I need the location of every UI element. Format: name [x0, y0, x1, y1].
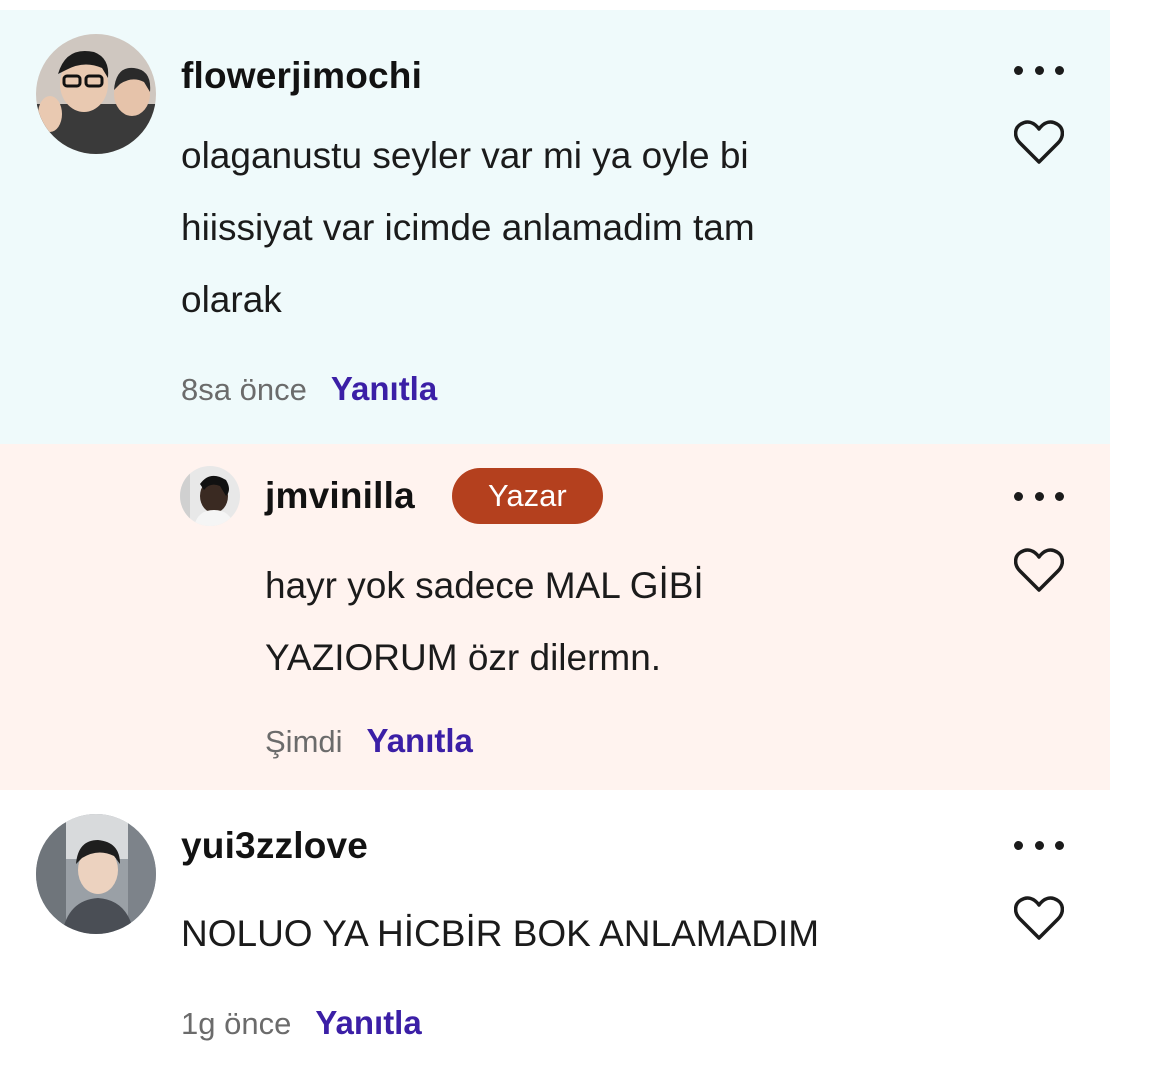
comment-line: olaganustu seyler var mi ya oyle bi [181, 135, 749, 176]
comment-meta: 1g önce Yanıtla [181, 1004, 422, 1042]
comment-item: yui3zzlove NOLUO YA HİCBİR BOK ANLAMADIM… [0, 790, 1110, 1074]
timestamp: 1g önce [181, 1006, 292, 1041]
comment-text: NOLUO YA HİCBİR BOK ANLAMADIM [181, 898, 819, 970]
heart-icon[interactable] [1014, 896, 1064, 942]
comment-line: hiissiyat var icimde anlamadim tam [181, 207, 755, 248]
username[interactable]: flowerjimochi [181, 54, 422, 98]
comment-meta: 8sa önce Yanıtla [181, 370, 437, 408]
more-options-button[interactable] [1014, 60, 1064, 80]
comment-line: NOLUO YA HİCBİR BOK ANLAMADIM [181, 913, 820, 954]
timestamp: Şimdi [265, 724, 343, 759]
heart-icon[interactable] [1014, 548, 1064, 594]
heart-icon[interactable] [1014, 120, 1064, 166]
author-badge: Yazar [452, 468, 603, 524]
avatar[interactable] [180, 466, 240, 526]
reply-item: jmvinilla Yazar hayr yok sadece MAL GİBİ… [0, 444, 1110, 790]
reply-button[interactable]: Yanıtla [367, 722, 473, 760]
more-options-button[interactable] [1014, 486, 1064, 506]
dot [1055, 491, 1064, 501]
username[interactable]: yui3zzlove [181, 824, 368, 868]
avatar[interactable] [36, 34, 156, 154]
comment-item: flowerjimochi olaganustu seyler var mi y… [0, 10, 1110, 444]
reply-button[interactable]: Yanıtla [315, 1004, 421, 1042]
dot [1014, 840, 1023, 850]
comment-line: olarak [181, 279, 282, 320]
dot [1014, 65, 1023, 75]
dot [1034, 491, 1044, 501]
comment-text: hayr yok sadece MAL GİBİ YAZIORUM özr di… [265, 550, 704, 694]
comment-meta: Şimdi Yanıtla [265, 722, 473, 760]
comment-line: hayr yok sadece MAL GİBİ [265, 565, 704, 606]
username[interactable]: jmvinilla [265, 474, 415, 518]
comment-text: olaganustu seyler var mi ya oyle bi hiis… [181, 120, 755, 336]
dot [1034, 65, 1044, 75]
more-options-button[interactable] [1014, 835, 1064, 855]
dot [1055, 65, 1064, 75]
reply-button[interactable]: Yanıtla [331, 370, 437, 408]
comment-line: YAZIORUM özr dilermn. [265, 637, 662, 678]
dot [1055, 840, 1064, 850]
timestamp: 8sa önce [181, 372, 307, 407]
dot [1014, 491, 1023, 501]
dot [1034, 840, 1044, 850]
avatar[interactable] [36, 814, 156, 934]
